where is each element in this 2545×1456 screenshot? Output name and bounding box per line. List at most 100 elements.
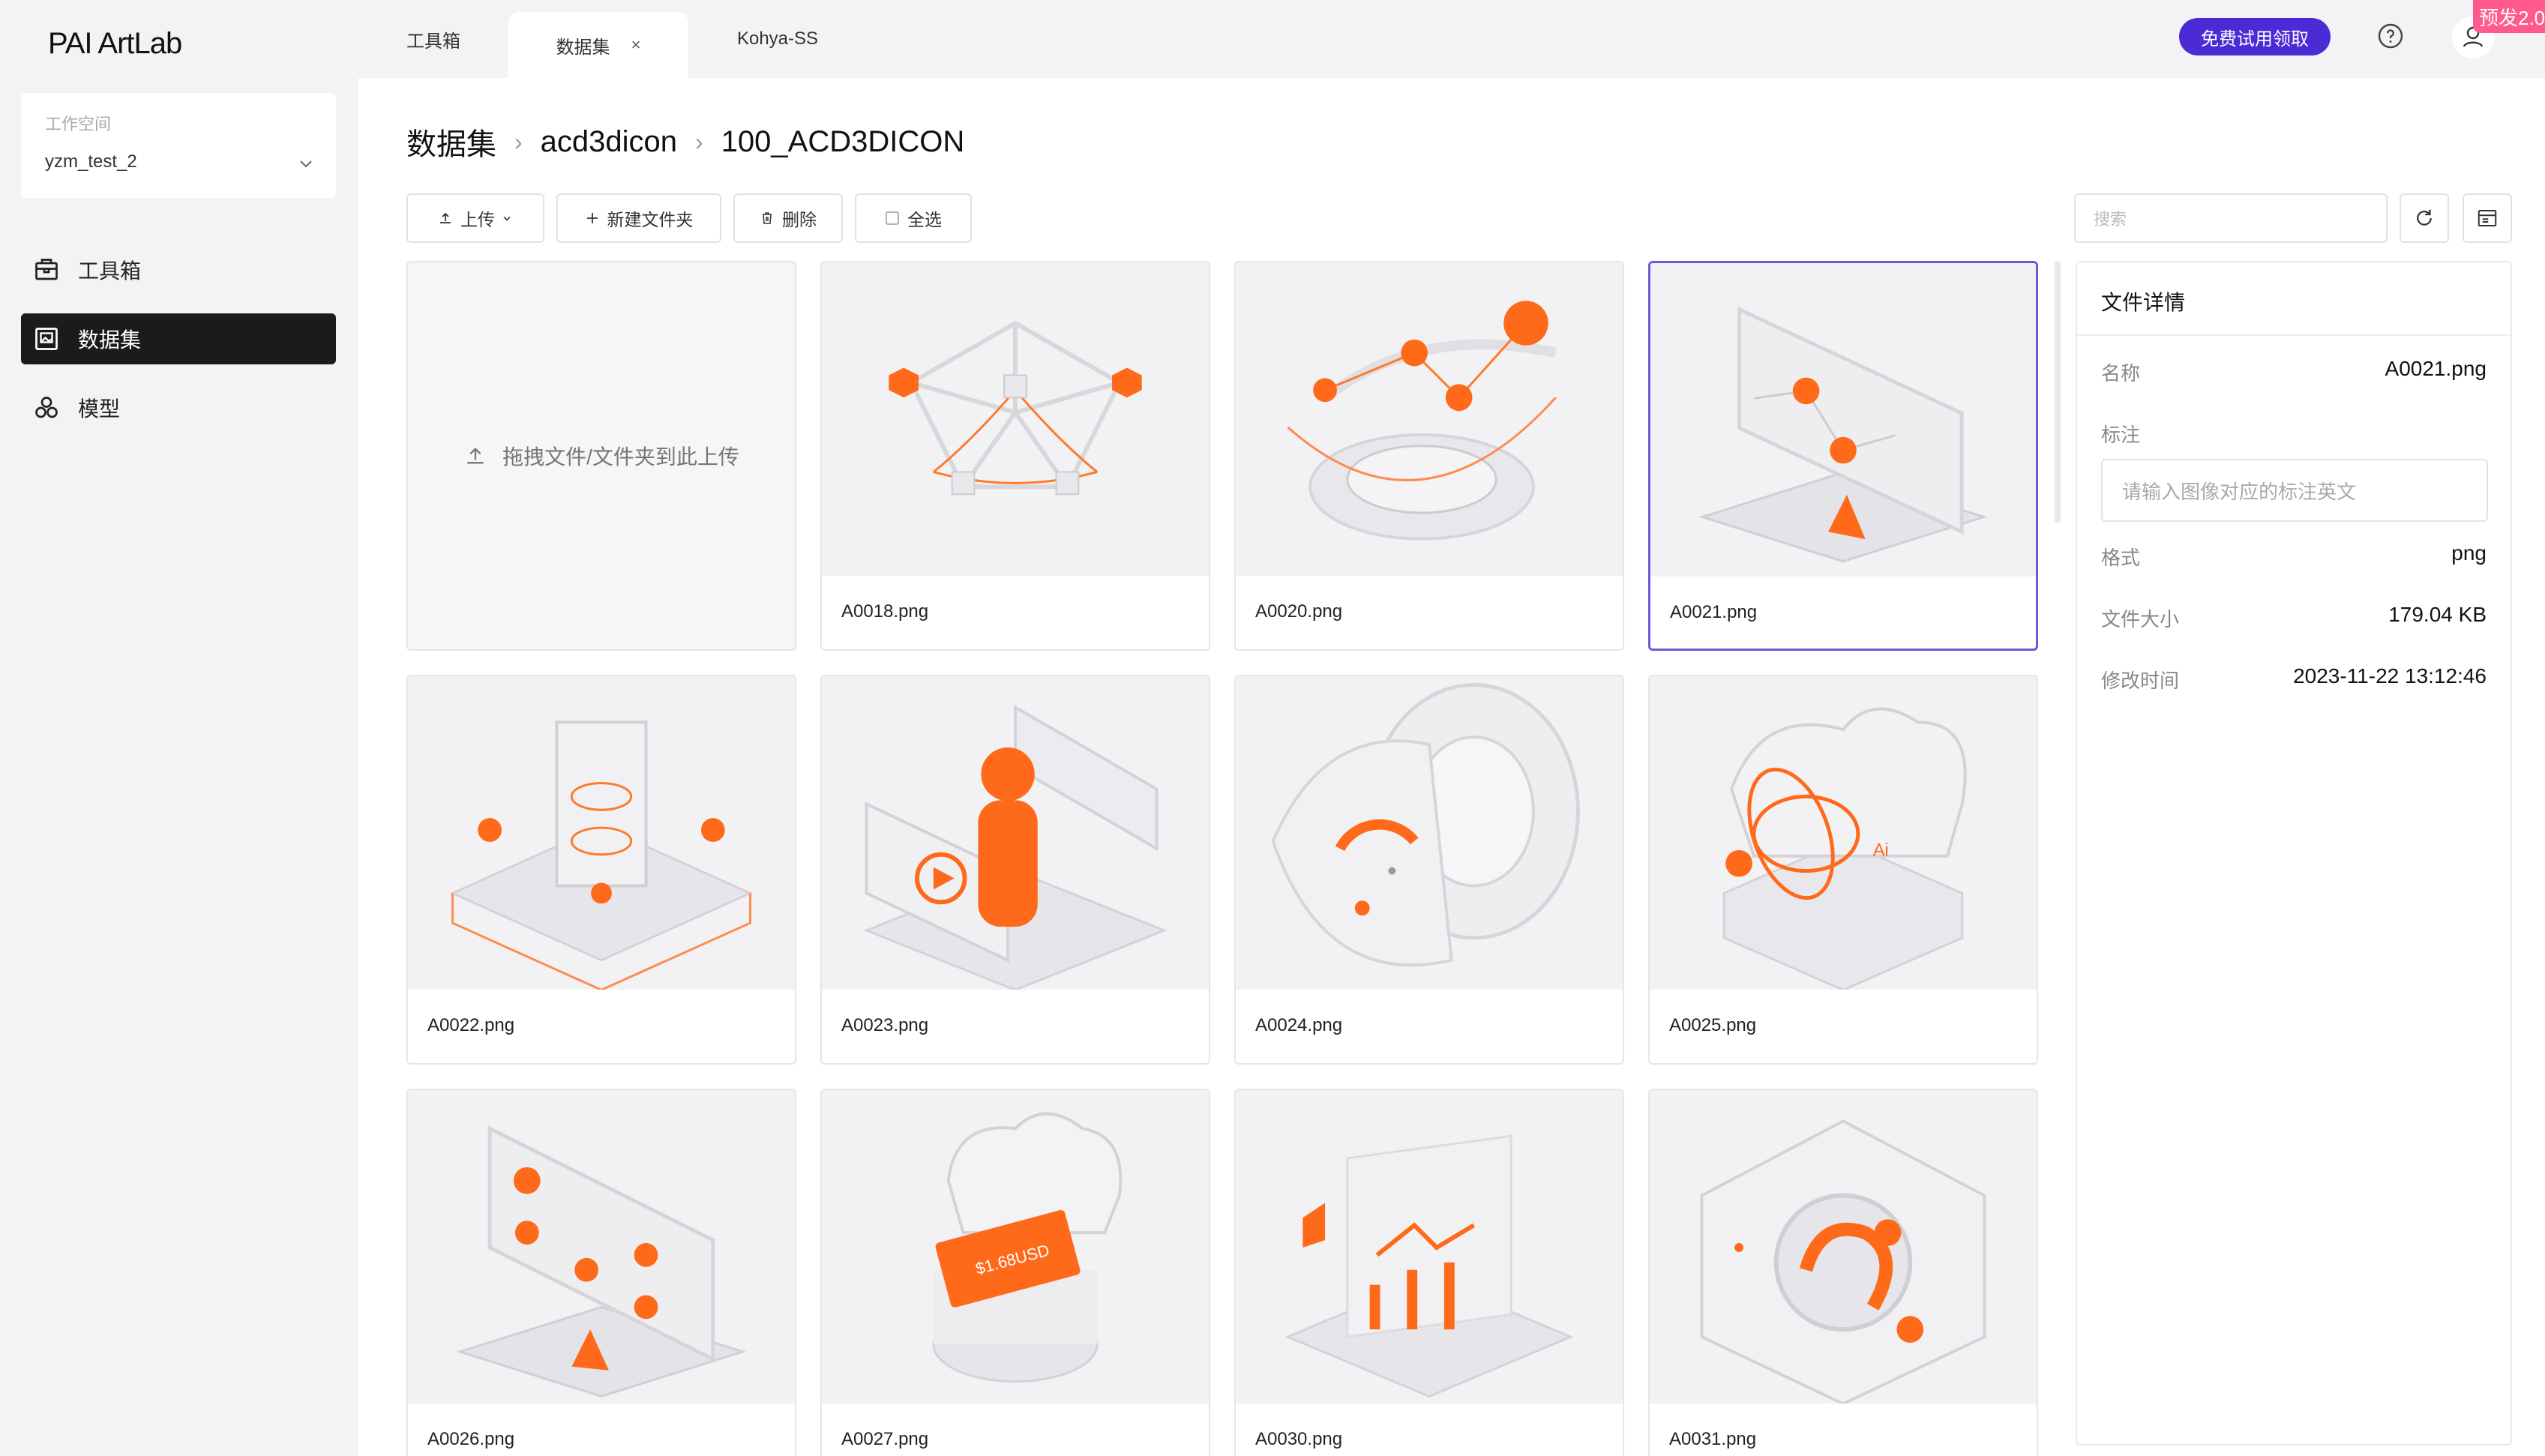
name-value: A0021.png bbox=[2385, 357, 2487, 380]
divider bbox=[2077, 334, 2511, 336]
file-card[interactable]: A0023.png bbox=[820, 675, 1210, 1065]
tab-label: Kohya-SS bbox=[736, 28, 819, 49]
model-icon bbox=[35, 397, 58, 418]
upload-label: 上传 bbox=[460, 210, 495, 229]
chevron-right-icon: › bbox=[514, 127, 523, 155]
svg-text:Ai: Ai bbox=[1873, 840, 1889, 861]
file-card[interactable]: A0020.png bbox=[1234, 261, 1624, 651]
breadcrumb-item[interactable]: acd3dicon bbox=[541, 125, 677, 159]
modified-label: 修改时间 bbox=[2101, 670, 2180, 692]
breadcrumb: 数据集 › acd3dicon › 100_ACD3DICON bbox=[406, 120, 964, 163]
file-thumbnail bbox=[408, 1090, 795, 1404]
format-value: png bbox=[2451, 541, 2487, 565]
file-name: A0031.png bbox=[1669, 1429, 1757, 1449]
new-folder-button[interactable]: 新建文件夹 bbox=[556, 193, 721, 243]
refresh-button[interactable] bbox=[2400, 193, 2449, 243]
plus-icon bbox=[586, 213, 598, 223]
app-logo: PAI ArtLab bbox=[48, 27, 182, 60]
tab-kohya-ss[interactable]: Kohya-SS bbox=[721, 0, 834, 78]
refresh-icon bbox=[2417, 209, 2432, 226]
sidebar-item-toolbox[interactable]: 工具箱 bbox=[21, 244, 336, 295]
file-name: A0025.png bbox=[1669, 1015, 1757, 1035]
size-value: 179.04 KB bbox=[2388, 603, 2487, 626]
panel-toggle-button[interactable] bbox=[2463, 193, 2512, 243]
file-card[interactable]: A0026.png bbox=[406, 1089, 796, 1456]
select-all-checkbox[interactable]: 全选 bbox=[855, 193, 972, 243]
file-thumbnail bbox=[408, 676, 795, 990]
toolbox-icon bbox=[35, 259, 58, 280]
file-name: A0022.png bbox=[427, 1015, 515, 1035]
file-thumbnail bbox=[1236, 262, 1623, 576]
file-card[interactable]: Ai A0025.png bbox=[1648, 675, 2038, 1065]
name-label: 名称 bbox=[2101, 362, 2141, 385]
delete-button[interactable]: 删除 bbox=[733, 193, 843, 243]
file-card-selected[interactable]: A0021.png bbox=[1648, 261, 2038, 651]
upload-icon bbox=[467, 447, 484, 464]
file-name: A0024.png bbox=[1255, 1015, 1343, 1035]
file-name: A0018.png bbox=[841, 601, 929, 622]
delete-label: 删除 bbox=[782, 210, 817, 229]
sidebar: PAI ArtLab 工作空间 yzm_test_2 工具箱 数据集 模型 bbox=[0, 0, 358, 1456]
upload-button[interactable]: 上传 bbox=[406, 193, 544, 243]
chevron-down-icon bbox=[300, 160, 312, 168]
checkbox-icon bbox=[886, 211, 899, 225]
file-thumbnail bbox=[1650, 263, 2036, 577]
format-label: 格式 bbox=[2101, 547, 2141, 569]
chevron-right-icon: › bbox=[695, 127, 703, 155]
panel-icon bbox=[2478, 210, 2497, 226]
sidebar-item-label: 工具箱 bbox=[78, 259, 142, 283]
file-name: A0026.png bbox=[427, 1429, 515, 1449]
sidebar-item-label: 模型 bbox=[78, 397, 121, 421]
file-thumbnail: Ai bbox=[1650, 676, 2037, 990]
scrollbar[interactable] bbox=[2055, 261, 2061, 523]
dropzone-text: 拖拽文件/文件夹到此上传 bbox=[502, 445, 739, 469]
file-thumbnail bbox=[1650, 1090, 2037, 1404]
workspace-label: 工作空间 bbox=[45, 115, 112, 133]
image-dataset-icon bbox=[35, 328, 58, 350]
breadcrumb-item[interactable]: 数据集 bbox=[406, 120, 496, 163]
file-details-panel: 文件详情 名称 A0021.png 标注 请输入图像对应的标注英文 格式 png… bbox=[2076, 261, 2512, 1446]
select-all-label: 全选 bbox=[907, 210, 942, 229]
file-name: A0021.png bbox=[1670, 602, 1758, 622]
file-name: A0020.png bbox=[1255, 601, 1343, 622]
free-trial-button[interactable]: 免费试用领取 bbox=[2179, 18, 2331, 55]
tab-toolbox[interactable]: 工具箱 bbox=[391, 0, 475, 78]
file-thumbnail bbox=[822, 262, 1209, 576]
help-icon[interactable] bbox=[2377, 22, 2404, 49]
trash-icon bbox=[763, 212, 772, 224]
sidebar-item-model[interactable]: 模型 bbox=[21, 382, 336, 433]
file-thumbnail bbox=[1236, 1090, 1623, 1404]
tab-label: 工具箱 bbox=[406, 31, 460, 52]
chevron-down-icon bbox=[503, 216, 511, 221]
new-folder-label: 新建文件夹 bbox=[607, 210, 694, 229]
file-thumbnail bbox=[1236, 676, 1623, 990]
breadcrumb-item: 100_ACD3DICON bbox=[721, 124, 965, 158]
sidebar-item-label: 数据集 bbox=[78, 328, 142, 352]
modified-value: 2023-11-22 13:12:46 bbox=[2293, 664, 2487, 688]
env-badge: 预发2.0 bbox=[2473, 0, 2545, 33]
file-card[interactable]: $1.68USD A0027.png bbox=[820, 1089, 1210, 1456]
workspace-value: yzm_test_2 bbox=[45, 151, 137, 172]
file-card[interactable]: A0030.png bbox=[1234, 1089, 1624, 1456]
sidebar-item-dataset[interactable]: 数据集 bbox=[21, 313, 336, 364]
file-thumbnail: $1.68USD bbox=[822, 1090, 1209, 1404]
main-content: 数据集 › acd3dicon › 100_ACD3DICON 上传 新建文件夹… bbox=[358, 78, 2545, 1456]
file-card[interactable]: A0018.png bbox=[820, 261, 1210, 651]
workspace-selector[interactable]: 工作空间 yzm_test_2 bbox=[21, 93, 336, 198]
file-card[interactable]: A0022.png bbox=[406, 675, 796, 1065]
note-input[interactable]: 请输入图像对应的标注英文 bbox=[2101, 459, 2488, 522]
search-input[interactable]: 搜索 bbox=[2074, 193, 2388, 243]
upload-icon bbox=[440, 212, 451, 223]
file-card[interactable]: A0031.png bbox=[1648, 1089, 2038, 1456]
details-title: 文件详情 bbox=[2101, 291, 2186, 314]
upload-dropzone[interactable]: 拖拽文件/文件夹到此上传 bbox=[406, 261, 796, 651]
note-label: 标注 bbox=[2101, 424, 2141, 446]
file-name: A0027.png bbox=[841, 1429, 929, 1449]
file-name: A0023.png bbox=[841, 1015, 929, 1035]
file-thumbnail bbox=[822, 676, 1209, 990]
size-label: 文件大小 bbox=[2101, 608, 2180, 631]
tab-dataset[interactable]: 数据集 × bbox=[508, 12, 688, 78]
file-card[interactable]: A0024.png bbox=[1234, 675, 1624, 1065]
file-name: A0030.png bbox=[1255, 1429, 1343, 1449]
close-icon[interactable]: × bbox=[631, 35, 641, 55]
